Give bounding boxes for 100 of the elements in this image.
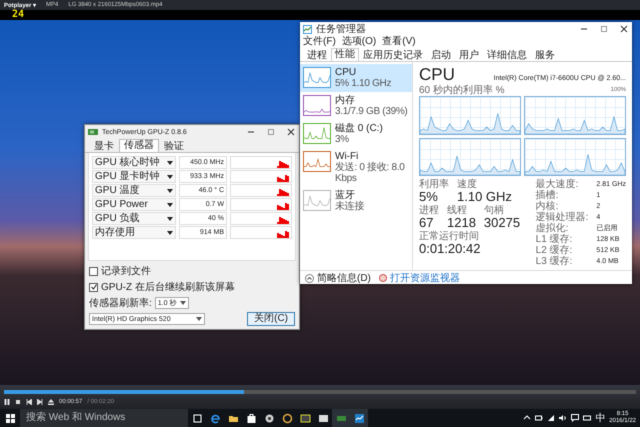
caret-icon [167,202,173,206]
caret-icon [167,174,173,178]
resource-item[interactable]: Wi-Fi 发送: 0 接收: 8.0 Kbps [300,148,412,187]
detail-label: 插槽: [536,190,560,201]
stat-value: 1218 [447,216,476,230]
menu-item[interactable]: 文件(F) [303,36,336,48]
close-icon[interactable] [286,127,296,137]
resource-name: 磁盘 0 (C:) [335,123,383,134]
checkbox-label: 记录到文件 [101,264,151,278]
tab[interactable]: 用户 [455,49,483,61]
sensor-graph [230,170,292,183]
stat-label: 线程 [447,205,468,216]
stat-value: 1.10 GHz [457,190,512,204]
maximize-icon[interactable] [599,24,609,34]
detail-label: 最大速度: [536,179,580,190]
resource-name: 蓝牙 [335,190,355,201]
window-title: 任务管理器 [316,23,367,36]
resource-detail: 5% 1.10 GHz [335,78,392,89]
chevron-up-icon[interactable] [523,414,532,422]
caret-icon [196,317,202,321]
monitor-icon [378,274,387,282]
resource-detail: 3.1/7.9 GB (39%) [335,106,408,117]
sensor-graph [230,184,292,197]
resource-detail: 发送: 0 接收: 8.0 Kbps [335,162,406,184]
sensor-graph [230,156,292,169]
close-icon[interactable] [619,24,629,34]
close-button[interactable]: 关闭(C) [247,312,295,326]
resource-item[interactable]: 内存 3.1/7.9 GB (39%) [300,92,412,120]
stat-value: 30275 [484,216,520,230]
sensor-select[interactable]: 内存使用 [92,226,176,239]
sensor-graph [230,212,292,225]
app-icon[interactable] [264,412,274,424]
volume-icon[interactable] [559,414,568,422]
stat-value: 5% [419,190,439,204]
tab[interactable]: 详细信息 [483,49,531,61]
seek-bar[interactable] [4,390,636,394]
sensor-select[interactable]: GPU Power [92,198,176,211]
caret-icon [167,160,173,164]
tab[interactable]: 性能 [331,48,359,61]
resource-item[interactable]: 蓝牙 未连接 [300,187,412,215]
graph-caption: 60 秒内的利用率 % [419,85,505,96]
cpu-heading: CPU [419,65,455,84]
resource-detail: 3% [335,134,350,145]
tab[interactable]: 传感器 [119,139,159,152]
sensor-select[interactable]: GPU 显卡时钟 [92,170,176,183]
tab[interactable]: 启动 [427,49,455,61]
refresh-rate-label: 传感器刷新率: [89,296,152,310]
detail-label: 逻辑处理器: [536,212,588,223]
resource-name: 内存 [335,95,356,106]
pause-icon[interactable] [4,399,10,405]
resource-detail: 未连接 [335,201,364,212]
detail-label: L3 缓存: [536,256,574,267]
eject-icon[interactable] [48,399,54,405]
notification-icon[interactable] [571,414,580,422]
app-icon[interactable] [282,412,292,424]
detail-label: 虚拟化: [536,223,570,234]
resource-name: Wi-Fi [335,151,360,162]
stat-value: 67 [419,216,434,230]
caret-icon [167,188,173,192]
task-view-icon[interactable] [192,412,202,424]
app-icon[interactable] [318,412,328,424]
keyboard-icon[interactable] [583,414,592,422]
sensor-graph [230,198,292,211]
sensor-select[interactable]: GPU 核心时钟 [92,156,176,169]
battery-icon[interactable] [535,414,544,422]
tab[interactable]: 应用历史记录 [359,49,427,61]
store-icon[interactable] [246,412,256,424]
stat-label: 句柄 [484,205,505,216]
checkbox[interactable] [89,266,98,276]
windows-logo-icon [6,414,14,422]
stat-label: 正常运行时间 [419,231,480,242]
detail-label: 内核: [536,201,558,212]
task-manager-icon[interactable] [354,412,364,424]
next-icon[interactable] [37,399,43,405]
stop-icon[interactable] [15,399,21,405]
sensor-select[interactable]: GPU 温度 [92,184,176,197]
fewer-details-button[interactable]: 简略信息(D) [305,271,371,285]
menu-item[interactable]: 查看(V) [382,36,416,48]
tab[interactable]: 进程 [303,49,331,61]
open-resource-monitor-link[interactable]: 打开资源监视器 [390,271,460,285]
detail-label: L2 缓存: [536,245,574,256]
checkbox[interactable] [89,282,98,292]
previous-icon[interactable] [26,399,32,405]
checkbox-label: GPU-Z 在后台继续刷新该屏幕 [101,280,235,294]
stat-label: 进程 [419,205,439,216]
collapse-icon [305,274,314,282]
caret-icon [180,301,186,305]
sensor-select[interactable]: GPU 负载 [92,212,176,225]
menu-item[interactable]: 选项(O) [342,36,376,48]
resource-item[interactable]: CPU 5% 1.10 GHz [300,64,412,92]
input-method-indicator[interactable]: 中 [595,411,606,425]
stat-label: 利用率 [419,179,449,190]
app-icon[interactable] [300,412,310,424]
frame-rate-counter: 24 [12,10,24,20]
caret-icon [167,230,173,234]
search-field[interactable]: 搜索 Web 和 Windows [20,409,188,427]
tab[interactable]: 服务 [531,49,559,61]
browser-icon[interactable] [210,412,220,424]
task-manager-icon [303,24,312,34]
resource-item[interactable]: 磁盘 0 (C:) 3% [300,120,412,148]
